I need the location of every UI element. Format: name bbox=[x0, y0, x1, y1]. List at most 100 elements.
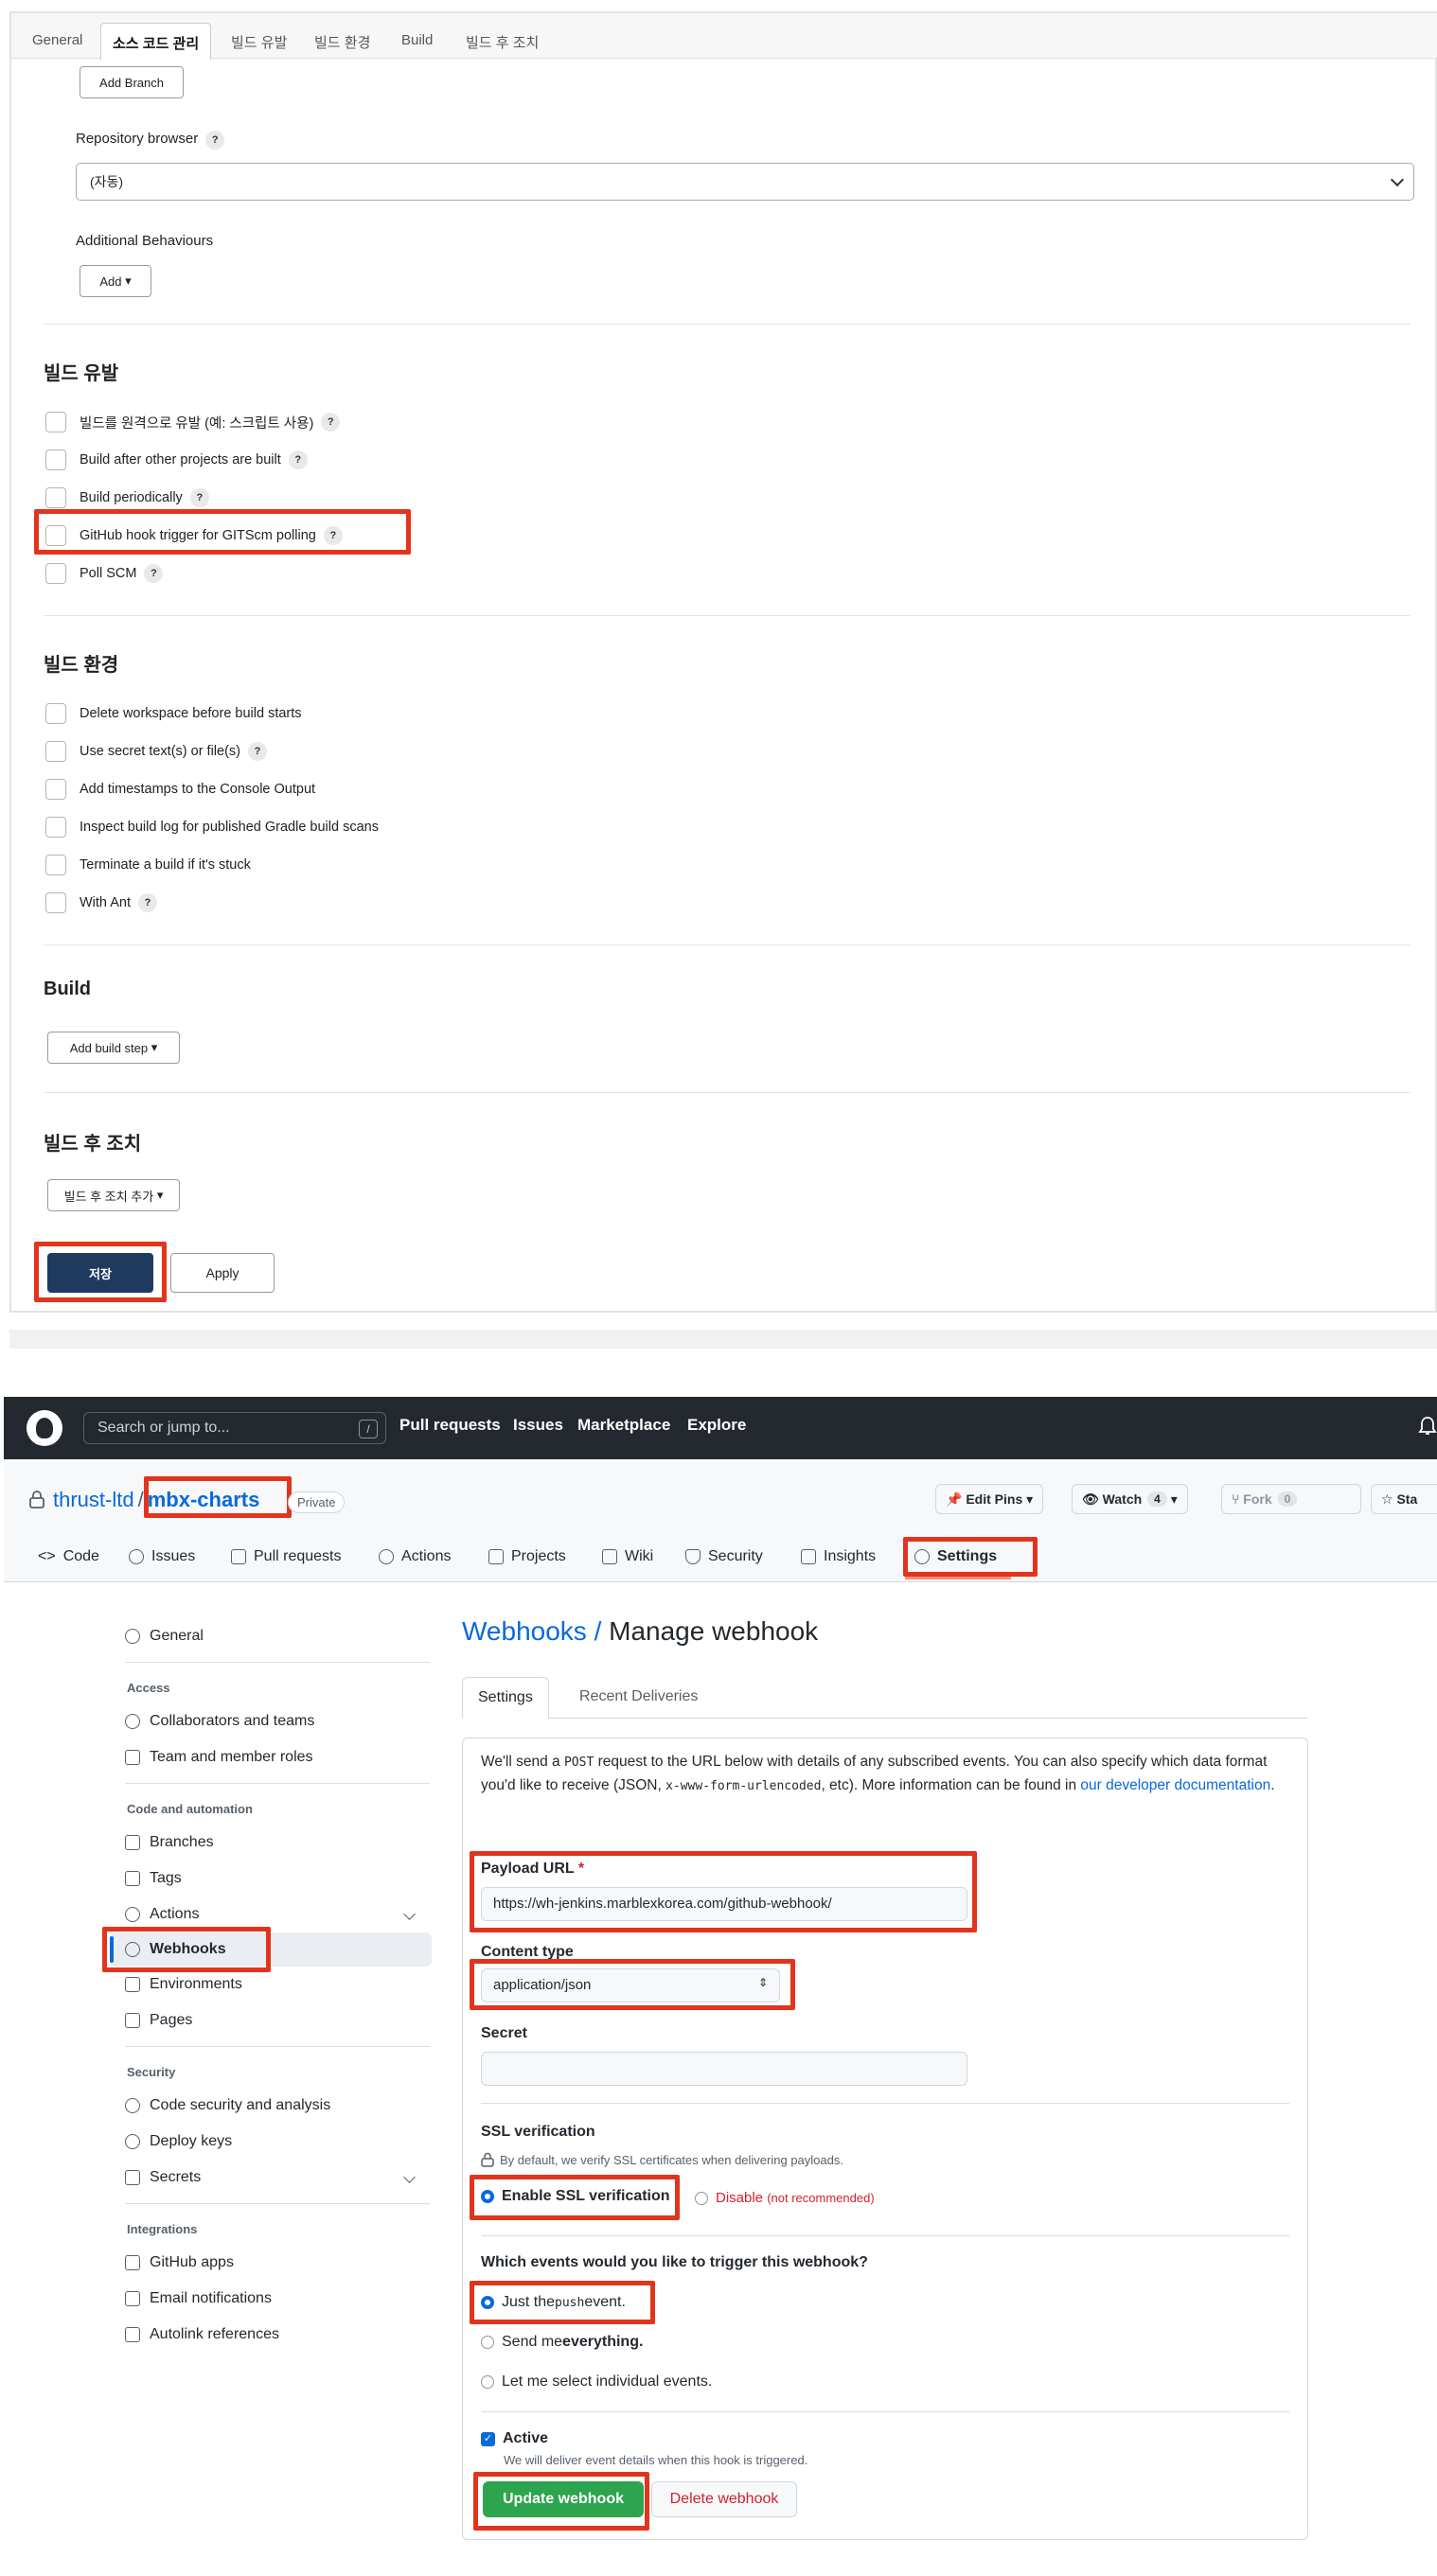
help-icon[interactable]: ? bbox=[323, 526, 343, 545]
env-row[interactable]: Terminate a build if it's stuck bbox=[45, 854, 251, 876]
tab-recent-deliveries[interactable]: Recent Deliveries bbox=[564, 1677, 713, 1719]
help-icon[interactable]: ? bbox=[189, 488, 209, 507]
sidebar-item-environments[interactable]: Environments bbox=[125, 1968, 242, 2001]
github-logo-icon[interactable] bbox=[27, 1410, 62, 1446]
env-row[interactable]: Inspect build log for published Gradle b… bbox=[45, 816, 379, 838]
tab-pull-requests[interactable]: Pull requests bbox=[231, 1548, 342, 1565]
search-input[interactable]: Search or jump to... / bbox=[83, 1412, 386, 1444]
checkbox[interactable] bbox=[45, 779, 66, 800]
sidebar-item-general[interactable]: General bbox=[125, 1620, 204, 1652]
watch-button[interactable]: 👁 Watch 4 ▾ bbox=[1072, 1484, 1188, 1514]
save-button[interactable]: 저장 bbox=[47, 1253, 153, 1293]
tab-settings[interactable]: Settings bbox=[914, 1548, 997, 1565]
checkbox[interactable] bbox=[45, 892, 66, 913]
tab-issues[interactable]: Issues bbox=[129, 1548, 195, 1565]
sidebar-item-email-notifications[interactable]: Email notifications bbox=[125, 2283, 272, 2315]
tab-security[interactable]: Security bbox=[685, 1548, 763, 1565]
env-row[interactable]: Delete workspace before build starts bbox=[45, 702, 302, 725]
help-icon[interactable]: ? bbox=[144, 564, 164, 583]
add-build-step-button[interactable]: Add build step ▾ bbox=[47, 1032, 180, 1064]
tab-actions[interactable]: Actions bbox=[379, 1548, 451, 1565]
webhooks-breadcrumb-link[interactable]: Webhooks / bbox=[462, 1616, 601, 1646]
trigger-row[interactable]: Build periodically? bbox=[45, 486, 209, 509]
checkbox[interactable] bbox=[45, 741, 66, 762]
sidebar-item-github-apps[interactable]: GitHub apps bbox=[125, 2247, 234, 2279]
star-button[interactable]: ☆ Sta bbox=[1371, 1484, 1437, 1514]
add-branch-button[interactable]: Add Branch bbox=[80, 66, 184, 98]
chevron-down-icon[interactable] bbox=[403, 1908, 416, 1920]
repo-name-link[interactable]: mbx-charts bbox=[148, 1488, 260, 1512]
checkbox-checked-icon[interactable]: ✓ bbox=[481, 2431, 495, 2446]
tab-build-env[interactable]: 빌드 환경 bbox=[303, 23, 381, 59]
help-icon[interactable]: ? bbox=[288, 450, 308, 469]
nav-pull-requests[interactable]: Pull requests bbox=[399, 1416, 501, 1435]
help-icon[interactable]: ? bbox=[205, 131, 225, 150]
sidebar-item-code-security[interactable]: Code security and analysis bbox=[125, 2090, 330, 2122]
env-row[interactable]: Add timestamps to the Console Output bbox=[45, 778, 315, 801]
ssl-enable-radio[interactable]: Enable SSL verification bbox=[481, 2188, 670, 2205]
ssl-disable-radio[interactable]: Disable (not recommended) bbox=[695, 2190, 875, 2206]
help-icon[interactable]: ? bbox=[248, 742, 267, 761]
checkbox[interactable] bbox=[45, 525, 66, 546]
checkbox[interactable] bbox=[45, 450, 66, 470]
sidebar-item-tags[interactable]: Tags bbox=[125, 1862, 182, 1895]
checkbox[interactable] bbox=[45, 563, 66, 584]
tab-insights[interactable]: Insights bbox=[801, 1548, 876, 1565]
tab-webhook-settings[interactable]: Settings bbox=[462, 1677, 549, 1719]
radio-selected[interactable] bbox=[481, 2190, 494, 2203]
tab-wiki[interactable]: Wiki bbox=[602, 1548, 653, 1565]
event-select-radio[interactable]: Let me select individual events. bbox=[481, 2373, 712, 2391]
sidebar-item-webhooks[interactable]: Webhooks bbox=[125, 1933, 226, 1966]
radio[interactable] bbox=[695, 2191, 708, 2205]
checkbox[interactable] bbox=[45, 817, 66, 838]
repo-owner-link[interactable]: thrust-ltd bbox=[53, 1488, 134, 1512]
env-row[interactable]: Use secret text(s) or file(s)? bbox=[45, 740, 267, 763]
sidebar-item-actions[interactable]: Actions bbox=[125, 1898, 199, 1931]
add-dropdown-button[interactable]: Add ▾ bbox=[80, 265, 151, 297]
trigger-row[interactable]: Build after other projects are built? bbox=[45, 449, 308, 471]
radio-selected[interactable] bbox=[481, 2296, 494, 2309]
checkbox[interactable] bbox=[45, 487, 66, 508]
secret-input[interactable] bbox=[481, 2052, 967, 2086]
sidebar-item-deploy-keys[interactable]: Deploy keys bbox=[125, 2126, 232, 2158]
sidebar-item-collaborators[interactable]: Collaborators and teams bbox=[125, 1705, 314, 1738]
fork-button[interactable]: ⑂ Fork 0 bbox=[1221, 1484, 1361, 1514]
env-row[interactable]: With Ant? bbox=[45, 891, 157, 914]
active-checkbox[interactable]: ✓ Active bbox=[481, 2430, 548, 2447]
sidebar-item-pages[interactable]: Pages bbox=[125, 2004, 192, 2037]
nav-issues[interactable]: Issues bbox=[513, 1416, 563, 1435]
delete-webhook-button[interactable]: Delete webhook bbox=[651, 2481, 797, 2517]
help-icon[interactable]: ? bbox=[138, 893, 157, 912]
tab-general[interactable]: General bbox=[21, 23, 94, 59]
trigger-row[interactable]: Poll SCM? bbox=[45, 562, 164, 585]
tab-scm[interactable]: 소스 코드 관리 bbox=[100, 23, 212, 61]
help-icon[interactable]: ? bbox=[321, 413, 341, 432]
checkbox[interactable] bbox=[45, 855, 66, 875]
checkbox[interactable] bbox=[45, 703, 66, 724]
event-push-radio[interactable]: Just the push event. bbox=[481, 2294, 626, 2311]
tab-post-build[interactable]: 빌드 후 조치 bbox=[454, 23, 550, 59]
chevron-down-icon[interactable] bbox=[403, 2171, 416, 2183]
radio[interactable] bbox=[481, 2336, 494, 2349]
github-hook-trigger-row[interactable]: GitHub hook trigger for GITScm polling? bbox=[45, 524, 343, 547]
developer-docs-link[interactable]: our developer documentation bbox=[1080, 1777, 1270, 1793]
nav-marketplace[interactable]: Marketplace bbox=[577, 1416, 670, 1435]
content-type-select[interactable]: application/json ⇕ bbox=[481, 1968, 780, 2003]
repo-browser-select[interactable]: (자동) bbox=[76, 163, 1414, 201]
bell-icon[interactable] bbox=[1418, 1416, 1437, 1437]
tab-projects[interactable]: Projects bbox=[488, 1548, 566, 1565]
trigger-row[interactable]: 빌드를 원격으로 유발 (예: 스크립트 사용)? bbox=[45, 411, 341, 433]
checkbox[interactable] bbox=[45, 412, 66, 432]
sidebar-item-autolink[interactable]: Autolink references bbox=[125, 2319, 279, 2351]
sidebar-item-team-roles[interactable]: Team and member roles bbox=[125, 1741, 313, 1773]
edit-pins-button[interactable]: 📌 Edit Pins ▾ bbox=[935, 1484, 1044, 1514]
nav-explore[interactable]: Explore bbox=[687, 1416, 746, 1435]
sidebar-item-branches[interactable]: Branches bbox=[125, 1826, 214, 1859]
tab-build-triggers[interactable]: 빌드 유발 bbox=[220, 23, 298, 59]
update-webhook-button[interactable]: Update webhook bbox=[483, 2481, 644, 2517]
radio[interactable] bbox=[481, 2375, 494, 2389]
tab-code[interactable]: <> Code bbox=[38, 1548, 99, 1565]
tab-build[interactable]: Build bbox=[390, 23, 444, 59]
sidebar-item-secrets[interactable]: Secrets bbox=[125, 2161, 201, 2194]
payload-url-input[interactable]: https://wh-jenkins.marblexkorea.com/gith… bbox=[481, 1887, 967, 1921]
